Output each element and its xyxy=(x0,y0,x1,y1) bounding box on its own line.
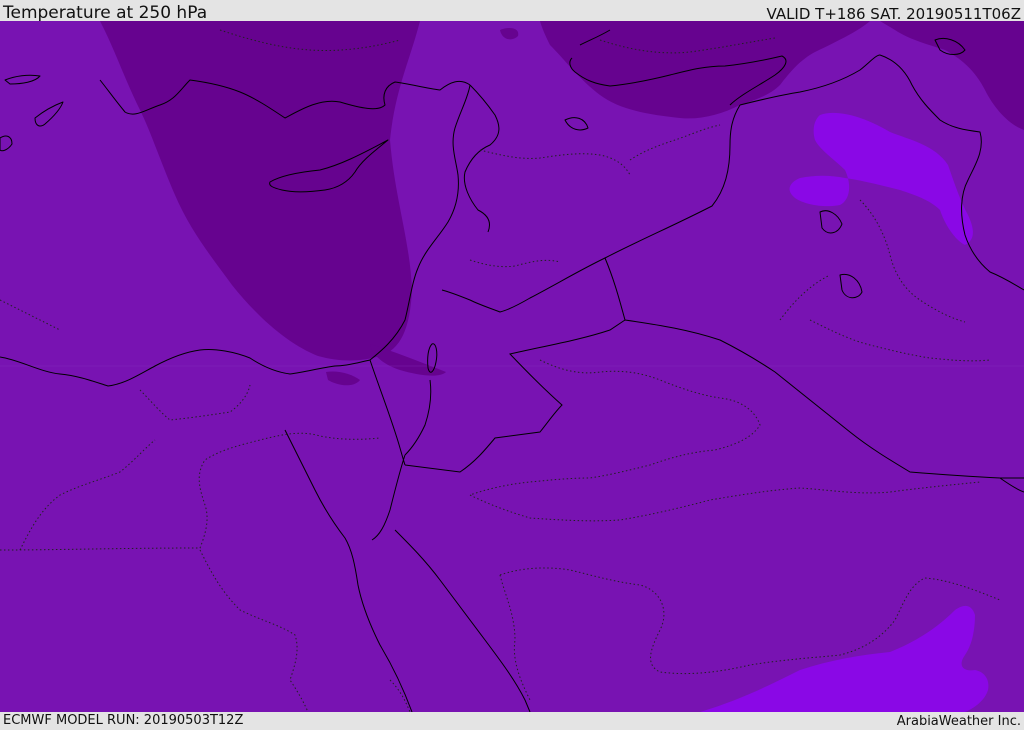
model-run-label: ECMWF MODEL RUN: 20190503T12Z xyxy=(3,713,244,728)
header-bar: Temperature at 250 hPa VALID T+186 SAT. … xyxy=(0,0,1024,23)
footer-bar: ECMWF MODEL RUN: 20190503T12Z ArabiaWeat… xyxy=(0,712,1024,729)
credit-label: ArabiaWeather Inc. xyxy=(896,714,1021,729)
map-title: Temperature at 250 hPa xyxy=(3,3,208,23)
map-canvas xyxy=(0,21,1024,712)
weather-map[interactable] xyxy=(0,21,1024,712)
